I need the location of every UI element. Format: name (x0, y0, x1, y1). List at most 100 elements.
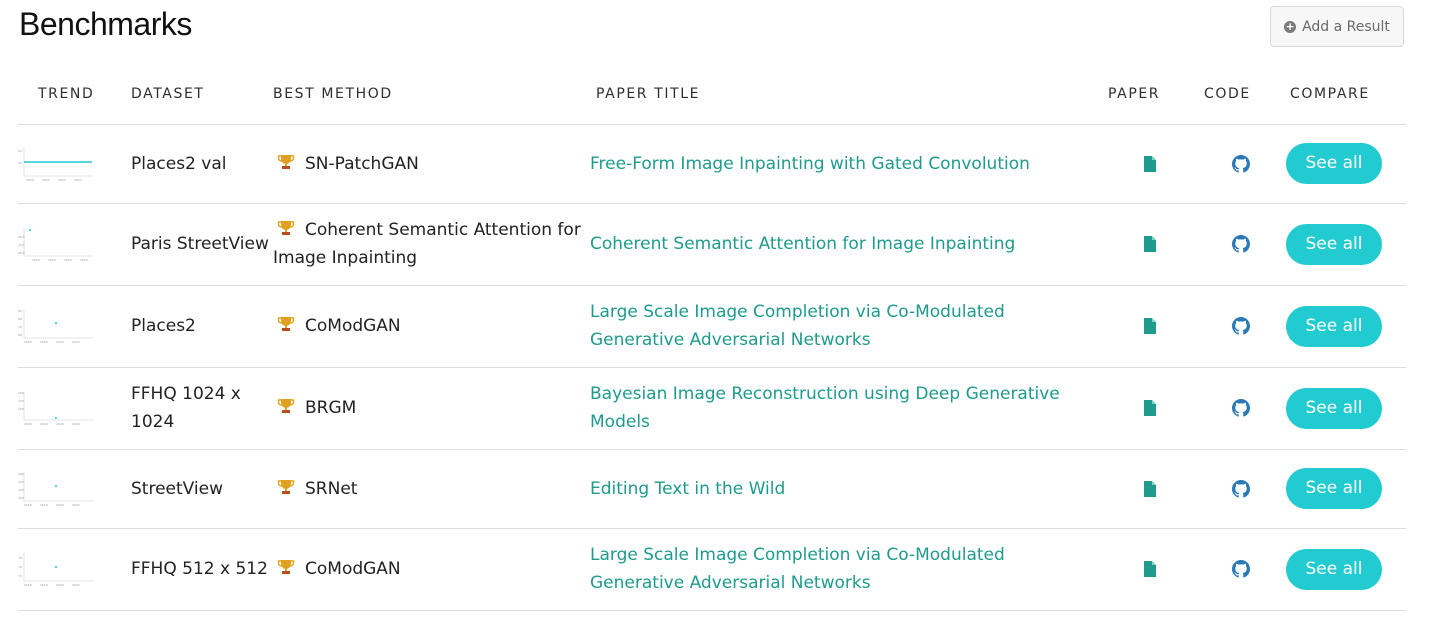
trend-sparkline[interactable]: 26.0 25.5 25.0 2019 2019 2019 2019 (18, 224, 95, 264)
paper-title-link[interactable]: Editing Text in the Wild (590, 479, 785, 499)
see-all-button[interactable]: See all (1286, 468, 1382, 509)
svg-text:74: 74 (18, 574, 22, 578)
page-title: Benchmarks (19, 6, 192, 42)
trend-cell[interactable]: 150 125 100 2016 2018 2020 2022 (18, 367, 131, 450)
trend-cell[interactable]: 90 80 70 60 2016 2018 2020 2022 (18, 285, 131, 368)
trophy-icon (277, 154, 295, 169)
method-cell[interactable]: SRNet (273, 449, 590, 529)
paper-cell (1104, 367, 1196, 450)
method-cell[interactable]: CoModGAN (273, 285, 590, 368)
table-row: 300 250 200 150 2016 2018 2020 2022 Stre… (18, 449, 1406, 529)
svg-text:2018: 2018 (40, 422, 48, 426)
dataset-cell[interactable]: StreetView (131, 449, 273, 529)
code-cell (1196, 367, 1286, 450)
svg-text:2018: 2018 (40, 503, 48, 507)
method-cell[interactable]: BRGM (273, 367, 590, 450)
svg-text:40: 40 (18, 161, 22, 165)
benchmarks-table: TREND DATASET BEST METHOD PAPER TITLE PA… (18, 64, 1406, 611)
file-icon[interactable] (1141, 399, 1159, 417)
paper-title-link[interactable]: Coherent Semantic Attention for Image In… (590, 234, 1015, 254)
code-cell (1196, 203, 1286, 286)
github-icon[interactable] (1232, 317, 1250, 335)
github-icon[interactable] (1232, 479, 1250, 498)
file-icon[interactable] (1141, 480, 1159, 498)
method-name: SN-PatchGAN (305, 153, 419, 174)
trend-cell[interactable]: 26.0 25.5 25.0 2019 2019 2019 2019 (18, 203, 131, 286)
trend-sparkline[interactable]: 300 250 200 150 2016 2018 2020 2022 (18, 469, 95, 509)
column-header-compare: COMPARE (1286, 64, 1406, 125)
github-icon[interactable] (1232, 235, 1250, 253)
add-result-button[interactable]: + Add a Result (1270, 6, 1404, 47)
svg-text:25.5: 25.5 (18, 243, 25, 247)
svg-text:2021: 2021 (42, 178, 50, 182)
svg-text:300: 300 (18, 472, 24, 476)
svg-text:90: 90 (18, 309, 22, 313)
file-icon[interactable] (1141, 235, 1159, 253)
trend-cell[interactable]: 300 250 200 150 2016 2018 2020 2022 (18, 449, 131, 529)
github-icon[interactable] (1232, 560, 1250, 578)
trend-sparkline[interactable]: 50 40 2020 2021 2022 2023 (18, 144, 95, 184)
file-icon[interactable] (1141, 317, 1159, 335)
table-row: 90 80 70 60 2016 2018 2020 2022 Places2 (18, 285, 1406, 368)
column-header-paper: PAPER (1104, 64, 1196, 125)
github-icon[interactable] (1232, 399, 1250, 417)
code-cell (1196, 528, 1286, 611)
dataset-cell[interactable]: FFHQ 1024 x 1024 (131, 367, 273, 450)
paper-title-cell: Coherent Semantic Attention for Image In… (590, 203, 1104, 286)
dataset-cell[interactable]: Paris StreetView (131, 203, 273, 286)
trophy-icon (277, 560, 295, 574)
see-all-button[interactable]: See all (1286, 305, 1382, 347)
file-icon[interactable] (1141, 155, 1159, 173)
paper-title-cell: Bayesian Image Reconstruction using Deep… (590, 367, 1104, 450)
see-all-button[interactable]: See all (1286, 143, 1382, 184)
svg-text:125: 125 (18, 399, 24, 403)
paper-title-link[interactable]: Free-Form Image Inpainting with Gated Co… (590, 154, 1030, 174)
trend-cell[interactable]: 78 76 74 2016 2018 2020 2022 (18, 528, 131, 611)
svg-text:2016: 2016 (24, 503, 32, 507)
svg-text:2020: 2020 (56, 583, 64, 587)
svg-text:2019: 2019 (80, 258, 88, 262)
see-all-button[interactable]: See all (1286, 548, 1382, 590)
svg-text:2020: 2020 (56, 340, 64, 344)
svg-text:2022: 2022 (72, 503, 80, 507)
trophy-icon (277, 221, 295, 235)
trophy-icon (277, 399, 295, 413)
trend-sparkline[interactable]: 78 76 74 2016 2018 2020 2022 (18, 549, 95, 589)
trend-sparkline[interactable]: 150 125 100 2016 2018 2020 2022 (18, 388, 95, 428)
paper-title-link[interactable]: Bayesian Image Reconstruction using Deep… (590, 384, 1060, 432)
paper-title-link[interactable]: Large Scale Image Completion via Co-Modu… (590, 302, 1005, 350)
method-name: CoModGAN (305, 316, 401, 336)
column-header-trend: TREND (18, 64, 131, 125)
column-header-best-method: BEST METHOD (273, 64, 590, 125)
see-all-button[interactable]: See all (1286, 387, 1382, 429)
svg-text:200: 200 (18, 488, 24, 492)
svg-text:2018: 2018 (40, 340, 48, 344)
svg-text:80: 80 (18, 317, 22, 321)
table-row: 150 125 100 2016 2018 2020 2022 FFHQ 102… (18, 367, 1406, 450)
dataset-cell[interactable]: FFHQ 512 x 512 (131, 528, 273, 611)
method-cell[interactable]: CoModGAN (273, 528, 590, 611)
svg-text:2019: 2019 (64, 258, 72, 262)
paper-cell (1104, 203, 1196, 286)
dataset-cell[interactable]: Places2 val (131, 124, 273, 204)
paper-cell (1104, 285, 1196, 368)
see-all-button[interactable]: See all (1286, 223, 1382, 265)
svg-text:2023: 2023 (74, 178, 82, 182)
github-icon[interactable] (1232, 154, 1250, 173)
compare-cell: See all (1286, 285, 1406, 368)
dataset-cell[interactable]: Places2 (131, 285, 273, 368)
svg-text:150: 150 (18, 391, 24, 395)
method-cell[interactable]: SN-PatchGAN (273, 124, 590, 204)
trend-cell[interactable]: 50 40 2020 2021 2022 2023 (18, 124, 131, 204)
method-cell[interactable]: Coherent Semantic Attention for Image In… (273, 203, 590, 286)
paper-title-cell: Large Scale Image Completion via Co-Modu… (590, 528, 1104, 611)
trend-sparkline[interactable]: 90 80 70 60 2016 2018 2020 2022 (18, 306, 95, 346)
svg-text:50: 50 (18, 149, 22, 153)
svg-text:2022: 2022 (72, 340, 80, 344)
paper-title-link[interactable]: Large Scale Image Completion via Co-Modu… (590, 545, 1005, 593)
file-icon[interactable] (1141, 560, 1159, 578)
code-cell (1196, 285, 1286, 368)
svg-text:100: 100 (18, 407, 24, 411)
svg-text:250: 250 (18, 480, 24, 484)
svg-text:2020: 2020 (56, 422, 64, 426)
